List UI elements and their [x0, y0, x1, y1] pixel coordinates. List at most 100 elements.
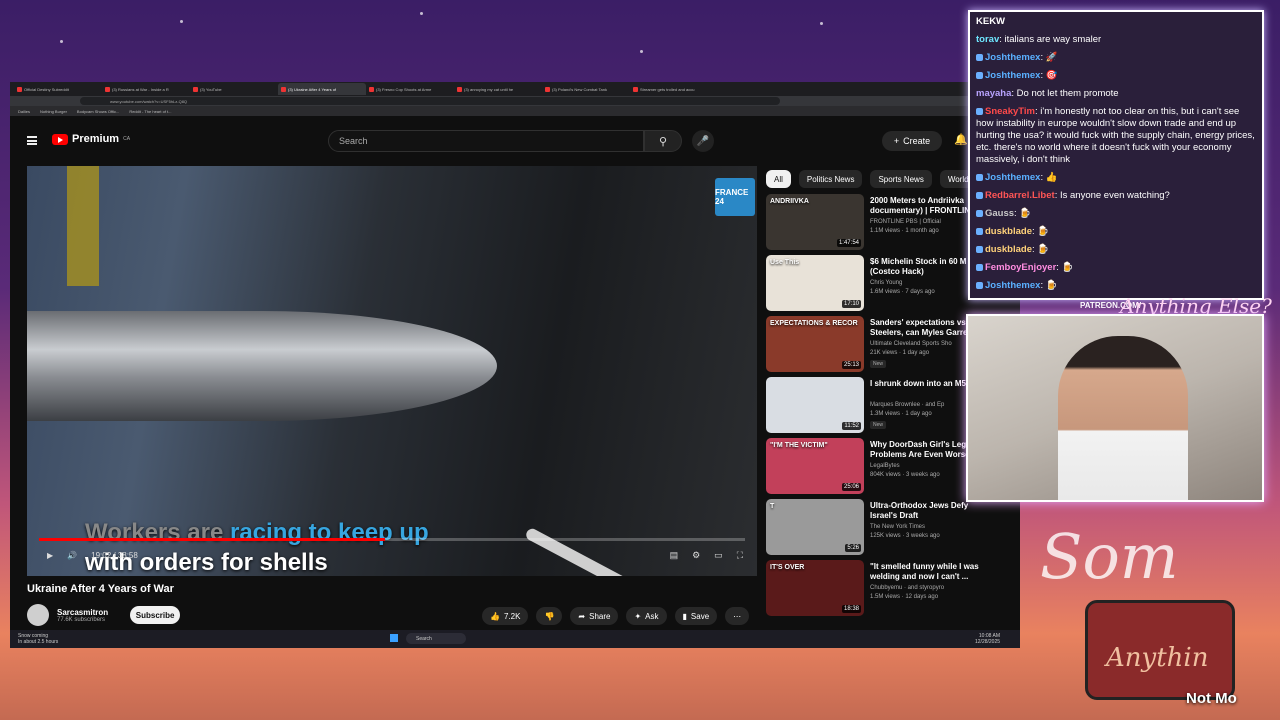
share-icon: ➦	[578, 611, 586, 621]
chat-username[interactable]: Joshthemex	[985, 280, 1040, 291]
stream-chat-overlay: KEKW torav: italians are way smaler Josht…	[968, 10, 1264, 300]
recommendation-channel: Chubbyemu · and styropyro	[870, 585, 945, 591]
chat-text: 🍺	[1037, 244, 1050, 255]
subscriber-badge-icon	[976, 263, 983, 271]
taskbar-search[interactable]: Search	[406, 633, 466, 644]
filter-chip[interactable]: Sports News	[870, 170, 932, 188]
chat-text: 🍺	[1061, 262, 1074, 273]
chat-username[interactable]: Gauss	[985, 208, 1014, 219]
video-duration: 25:13	[841, 361, 861, 369]
ask-button[interactable]: ✦ Ask	[626, 607, 667, 625]
chat-message: Gauss: 🍺	[976, 208, 1256, 220]
video-thumbnail[interactable]: Use This 17:10	[766, 255, 864, 311]
tab-favicon-icon	[193, 86, 198, 92]
video-thumbnail[interactable]: EXPECTATIONS & RECOR 25:13	[766, 316, 864, 372]
browser-tab[interactable]: (3) YouTube	[190, 83, 278, 95]
address-bar[interactable]: www.youtube.com/watch?v=USF5hLz-Q8Q	[10, 96, 1020, 106]
browser-tab[interactable]: Official Destiny Subreddit	[14, 83, 102, 95]
share-button[interactable]: ➦ Share	[570, 607, 619, 625]
browser-tab[interactable]: (3) Russians at War - Inside a R	[102, 83, 190, 95]
theater-icon[interactable]: ▭	[714, 550, 723, 561]
tab-label: (3) Fresno Cop Shoots at Arme	[376, 86, 432, 92]
browser-tab[interactable]: (3) annoying my cat until he	[454, 83, 542, 95]
bookmark-item[interactable]: Dailies	[18, 109, 30, 114]
more-actions-icon[interactable]: ⋯	[725, 607, 750, 625]
video-player[interactable]: FRANCE 24 Workers are racing to keep up …	[27, 166, 757, 576]
youtube-play-icon	[52, 133, 68, 145]
bookmark-item[interactable]: Reddit - The heart of t...	[129, 109, 171, 114]
plus-icon: +	[893, 136, 900, 146]
weather-widget[interactable]: Snow coming In about 2.5 hours	[18, 633, 58, 645]
bookmark-item[interactable]: Nothing Burger	[40, 109, 67, 114]
volume-icon[interactable]: 🔊	[67, 551, 77, 560]
chat-username[interactable]: Joshthemex	[985, 172, 1040, 183]
browser-tab[interactable]: (3) Fresno Cop Shoots at Arme	[366, 83, 454, 95]
create-button[interactable]: + Create	[882, 131, 942, 151]
chat-username[interactable]: Joshthemex	[985, 70, 1040, 81]
recommendation-item[interactable]: T 5:26 Ultra-Orthodox Jews Defy Israel's D…	[766, 499, 1006, 557]
like-button[interactable]: 👍 7.2K	[482, 607, 529, 625]
channel-name[interactable]: Sarcasmitron	[57, 608, 108, 617]
caption-highlight-2: keep up	[338, 519, 429, 546]
subscriber-badge-icon	[976, 173, 983, 181]
sparkle-icon: ✦	[634, 611, 642, 621]
search-icon[interactable]: ⚲	[644, 130, 682, 152]
tab-label: (3) Russians at War - Inside a R	[112, 86, 169, 92]
filter-chip[interactable]: All	[766, 170, 791, 188]
tab-label: (3) Ukraine After 4 Years of	[288, 86, 337, 92]
dislike-button[interactable]: 👎	[536, 607, 563, 625]
thumbnail-text: IT'S OVER	[770, 564, 805, 571]
chat-username[interactable]: SneakyTim	[985, 106, 1035, 117]
chat-username[interactable]: Redbarrel.Libet	[985, 190, 1055, 201]
video-thumbnail[interactable]: ANDRIIVKA 1:47:54	[766, 194, 864, 250]
search-input[interactable]: Search	[328, 130, 644, 152]
lathe-lever	[524, 526, 689, 576]
video-thumbnail[interactable]: 11:52	[766, 377, 864, 433]
tab-favicon-icon	[369, 86, 374, 92]
chat-username[interactable]: duskblade	[985, 226, 1032, 237]
save-button[interactable]: ▮ Save	[674, 607, 718, 625]
bookmark-item[interactable]: Bodycam Shows Offic...	[77, 109, 119, 114]
browser-tab[interactable]: Streamer gets trolled and accu	[630, 83, 718, 95]
windows-start-icon[interactable]	[390, 634, 398, 642]
chat-text: 🚀	[1045, 52, 1058, 63]
video-thumbnail[interactable]: T 5:26	[766, 499, 864, 555]
progress-bar[interactable]	[39, 538, 745, 541]
new-badge: New	[870, 421, 887, 429]
chat-username[interactable]: torav	[976, 34, 999, 45]
chat-text: 🍺	[1037, 226, 1050, 237]
video-thumbnail[interactable]: IT'S OVER 18:38	[766, 560, 864, 616]
video-thumbnail[interactable]: "I'M THE VICTIM" 25:06	[766, 438, 864, 494]
subscribe-button[interactable]: Subscribe	[130, 606, 181, 624]
notifications-bell-icon[interactable]: 🔔	[954, 133, 968, 146]
clock-date: 12/28/2025	[975, 639, 1001, 645]
chat-message: SneakyTim: i'm honestly not too clear on…	[976, 106, 1256, 166]
microphone-icon[interactable]: 🎤	[692, 130, 714, 152]
url-field[interactable]: www.youtube.com/watch?v=USF5hLz-Q8Q	[80, 97, 780, 105]
create-label: Create	[903, 136, 931, 146]
play-icon[interactable]: ▶	[47, 551, 53, 560]
chat-username[interactable]: mayaha	[976, 88, 1011, 99]
fullscreen-icon[interactable]: ⛶	[737, 550, 743, 561]
subscriber-badge-icon	[976, 281, 983, 289]
hat-text: Anythin	[1106, 643, 1209, 673]
chat-header: KEKW	[976, 16, 1006, 27]
share-label: Share	[589, 611, 611, 621]
bottom-caption: Not Mo	[1186, 690, 1237, 707]
video-duration: 11:52	[842, 422, 861, 430]
filter-chip[interactable]: Politics News	[798, 170, 863, 188]
captions-icon[interactable]: ▤	[670, 550, 679, 561]
menu-icon[interactable]	[27, 136, 37, 145]
streamer-figure	[1058, 336, 1188, 500]
channel-avatar[interactable]	[27, 604, 49, 626]
chat-username[interactable]: FemboyEnjoyer	[985, 262, 1056, 273]
browser-tab[interactable]: (3) Ukraine After 4 Years of	[278, 83, 366, 95]
chat-username[interactable]: Joshthemex	[985, 52, 1040, 63]
recommendation-item[interactable]: IT'S OVER 18:38 "It smelled funny while I …	[766, 560, 1006, 618]
browser-tab[interactable]: (3) Poland's New Combat Tank	[542, 83, 630, 95]
youtube-logo[interactable]: Premium CA	[52, 133, 130, 145]
thumbnail-text: T	[770, 503, 775, 510]
settings-gear-icon[interactable]: ⚙	[692, 550, 700, 561]
tab-favicon-icon	[281, 86, 286, 92]
chat-username[interactable]: duskblade	[985, 244, 1032, 255]
